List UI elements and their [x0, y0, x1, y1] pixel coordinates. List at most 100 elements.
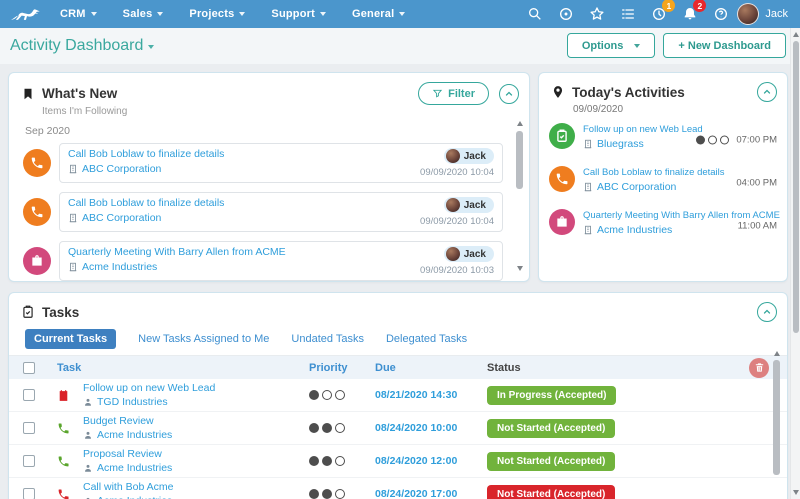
activity-company[interactable]: ABC Corporation: [597, 181, 676, 193]
priority-dot-filled: [322, 456, 332, 466]
task-title[interactable]: Call with Bob Acme: [83, 481, 309, 493]
feed-date-group: Sep 2020: [25, 125, 70, 137]
avatar: [445, 149, 460, 163]
task-company[interactable]: Acme Industries: [97, 429, 172, 441]
task-row[interactable]: Proposal Review Acme Industries 08/24/20…: [9, 445, 787, 478]
funnel-icon: [432, 89, 443, 98]
activity-title[interactable]: Follow up on new Web Lead: [583, 124, 703, 135]
kangaroo-logo[interactable]: [10, 5, 44, 23]
collapse-todays-activities-button[interactable]: [757, 82, 777, 102]
task-due-date[interactable]: 08/24/2020 12:00: [375, 455, 487, 467]
activity-item[interactable]: Follow up on new Web Lead Bluegrass 07:0…: [549, 121, 777, 159]
select-all-checkbox[interactable]: [23, 361, 35, 374]
filter-button-label: Filter: [448, 87, 475, 100]
activity-item[interactable]: Quarterly Meeting With Barry Allen from …: [549, 207, 780, 245]
tab-new-tasks-assigned-to-me[interactable]: New Tasks Assigned to Me: [138, 333, 269, 345]
phone-icon: [23, 198, 51, 226]
feed-card[interactable]: Quarterly Meeting With Barry Allen from …: [59, 241, 503, 281]
task-row[interactable]: Budget Review Acme Industries 08/24/2020…: [9, 412, 787, 445]
collapse-whats-new-button[interactable]: [499, 83, 519, 104]
bookmark-icon: [21, 87, 35, 101]
task-company[interactable]: Acme Industries: [97, 495, 172, 499]
activity-item[interactable]: Call Bob Loblaw to finalize details ABC …: [549, 164, 777, 202]
feed-item-timestamp: 09/09/2020 10:03: [420, 265, 494, 276]
column-header-task[interactable]: Task: [57, 362, 309, 374]
activity-title[interactable]: Quarterly Meeting With Barry Allen from …: [583, 210, 780, 221]
activity-title[interactable]: Call Bob Loblaw to finalize details: [583, 167, 725, 178]
feed-item-title[interactable]: Call Bob Loblaw to finalize details: [68, 148, 224, 160]
help-icon[interactable]: [713, 6, 729, 22]
activity-company[interactable]: Bluegrass: [597, 138, 644, 150]
menu-sales[interactable]: Sales: [123, 8, 164, 20]
feed-card[interactable]: Call Bob Loblaw to finalize details ABC …: [59, 192, 503, 232]
clipboard-check-icon: [21, 305, 35, 319]
whats-new-title: What's New: [42, 86, 118, 101]
feed-item-company[interactable]: ABC Corporation: [82, 163, 161, 175]
task-title[interactable]: Budget Review: [83, 415, 309, 427]
building-icon: [583, 225, 593, 235]
quick-create-icon[interactable]: [558, 6, 574, 22]
chevron-down-icon: [399, 12, 406, 16]
task-due-date[interactable]: 08/24/2020 17:00: [375, 488, 487, 499]
user-pill[interactable]: Jack: [443, 148, 494, 164]
contact-icon: [83, 397, 93, 407]
list-view-icon[interactable]: [620, 6, 636, 22]
menu-general[interactable]: General: [352, 8, 406, 20]
column-header-status[interactable]: Status: [487, 362, 749, 374]
feed-item-title[interactable]: Call Bob Loblaw to finalize details: [68, 197, 224, 209]
task-row[interactable]: Follow up on new Web Lead TGD Industries…: [9, 379, 787, 412]
task-due-date[interactable]: 08/24/2020 10:00: [375, 422, 487, 434]
task-title[interactable]: Follow up on new Web Lead: [83, 382, 309, 394]
column-header-priority[interactable]: Priority: [309, 362, 375, 374]
feed-item-company[interactable]: Acme Industries: [82, 261, 157, 273]
favorites-icon[interactable]: [589, 6, 605, 22]
tab-current-tasks[interactable]: Current Tasks: [25, 329, 117, 349]
feed-item-timestamp: 09/09/2020 10:04: [420, 216, 494, 227]
task-company[interactable]: Acme Industries: [97, 462, 172, 474]
new-dashboard-button[interactable]: + New Dashboard: [663, 33, 786, 58]
user-pill[interactable]: Jack: [443, 197, 494, 213]
delete-tasks-button[interactable]: [749, 357, 769, 378]
priority-dot-filled: [309, 390, 319, 400]
row-checkbox[interactable]: [23, 422, 35, 434]
task-row[interactable]: Call with Bob Acme Acme Industries 08/24…: [9, 478, 787, 499]
feed-list: Call Bob Loblaw to finalize details ABC …: [9, 143, 529, 281]
feed-card[interactable]: Call Bob Loblaw to finalize details ABC …: [59, 143, 503, 183]
page-scrollbar[interactable]: [790, 28, 800, 499]
new-dashboard-label: + New Dashboard: [678, 39, 771, 52]
whats-new-scrollbar[interactable]: [515, 119, 524, 273]
activity-log-icon[interactable]: 1: [651, 0, 676, 22]
menu-crm[interactable]: CRM: [60, 8, 97, 20]
row-checkbox[interactable]: [23, 389, 35, 401]
menu-support[interactable]: Support: [271, 8, 326, 20]
task-company[interactable]: TGD Industries: [97, 396, 168, 408]
collapse-tasks-button[interactable]: [757, 302, 777, 322]
task-due-date[interactable]: 08/21/2020 14:30: [375, 389, 487, 401]
options-button[interactable]: Options: [566, 33, 656, 58]
row-checkbox[interactable]: [23, 488, 35, 499]
activity-company[interactable]: Acme Industries: [597, 224, 672, 236]
priority-dot-filled: [309, 456, 319, 466]
user-menu[interactable]: Jack: [737, 3, 788, 25]
column-header-due[interactable]: Due: [375, 362, 487, 374]
dashboard-title-dropdown[interactable]: Activity Dashboard: [10, 37, 155, 55]
priority-dot-empty: [335, 390, 345, 400]
priority-dot-filled: [322, 489, 332, 499]
tab-undated-tasks[interactable]: Undated Tasks: [291, 333, 364, 345]
tasks-scrollbar[interactable]: [772, 349, 781, 499]
building-icon: [583, 139, 593, 149]
tab-delegated-tasks[interactable]: Delegated Tasks: [386, 333, 467, 345]
search-icon[interactable]: [527, 6, 543, 22]
page-header: Activity Dashboard Options + New Dashboa…: [0, 28, 800, 64]
menu-projects[interactable]: Projects: [189, 8, 246, 20]
priority-dots: [309, 489, 375, 499]
priority-dot-empty: [335, 489, 345, 499]
feed-item-title[interactable]: Quarterly Meeting With Barry Allen from …: [68, 246, 286, 258]
notification-badge: 1: [662, 0, 676, 12]
feed-item-company[interactable]: ABC Corporation: [82, 212, 161, 224]
filter-button[interactable]: Filter: [418, 82, 489, 105]
user-pill[interactable]: Jack: [443, 246, 494, 262]
notifications-icon[interactable]: 2: [682, 0, 707, 22]
row-checkbox[interactable]: [23, 455, 35, 467]
task-title[interactable]: Proposal Review: [83, 448, 309, 460]
